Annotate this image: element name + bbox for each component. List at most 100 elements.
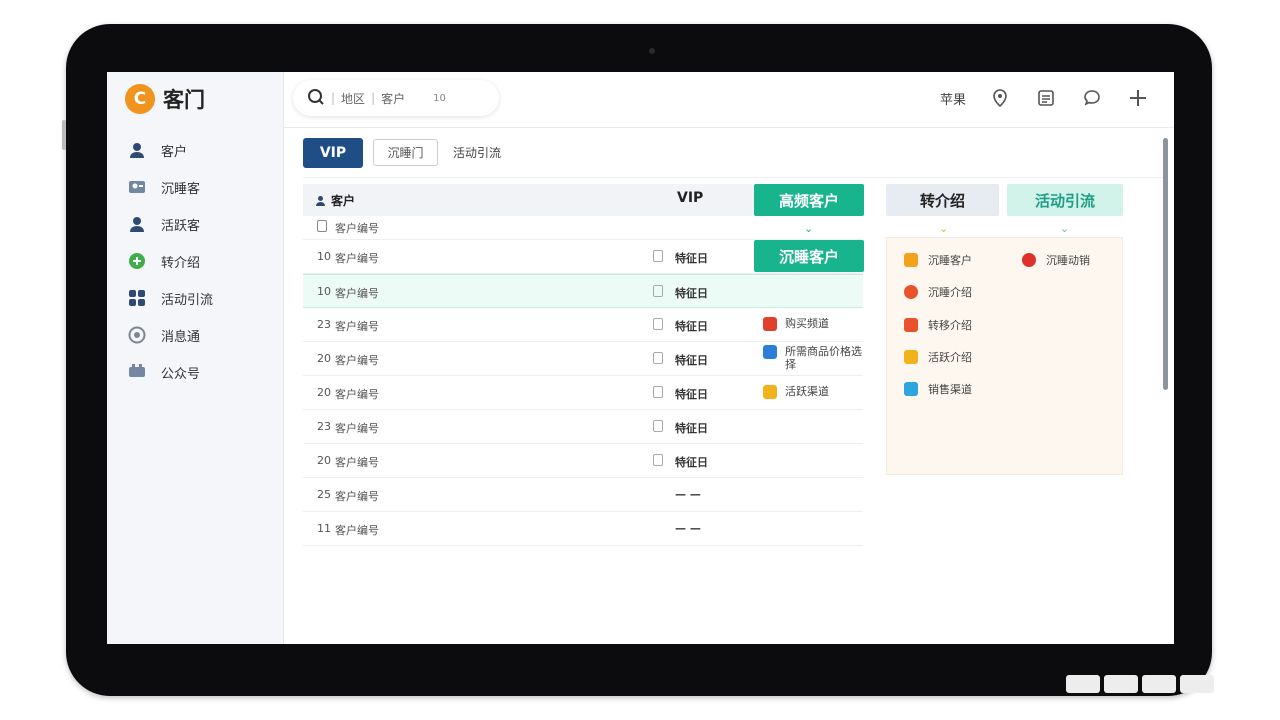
column-header-customer[interactable]: 客户 <box>315 192 355 209</box>
apple-icon <box>1022 253 1036 267</box>
segment-high-frequency-button[interactable]: 高频客户 <box>754 184 864 216</box>
sidebar-item-customers[interactable]: 客户 <box>127 140 187 160</box>
cell-customer-name: 客户编号 <box>335 354 379 367</box>
cell-date: 特征日 <box>675 456 708 469</box>
tab-sleeping[interactable]: 沉睡门 <box>373 139 438 166</box>
list-item-active-channel[interactable]: 活跃渠道 <box>763 385 863 399</box>
column-header-vip[interactable]: VIP <box>677 190 703 206</box>
grid-icon <box>127 288 147 308</box>
cell-customer-name: 客户编号 <box>335 287 379 300</box>
search-field-customer[interactable]: 客户 <box>381 90 405 107</box>
panel-item-sales-channel[interactable]: 销售渠道 <box>904 381 972 397</box>
list-item-purchase-channel[interactable]: 购买频道 <box>763 317 863 331</box>
cell-date: 特征日 <box>675 422 708 435</box>
panel-item-sleeping-sales[interactable]: 沉睡动销 <box>1022 252 1090 268</box>
tab-vip[interactable]: VIP <box>303 138 363 168</box>
topbar-divider <box>284 127 1174 128</box>
vertical-scrollbar[interactable] <box>1163 138 1168 390</box>
sidebar-item-label: 消息通 <box>161 329 201 345</box>
panel-item-label: 销售渠道 <box>928 383 972 396</box>
cell-date: 特征日 <box>675 388 708 401</box>
tablet-side-button <box>62 120 66 150</box>
chevron-down-icon: ⌄ <box>939 222 949 235</box>
tab-activity[interactable]: 活动引流 <box>453 139 501 166</box>
phone-icon <box>763 345 777 359</box>
topbar-label[interactable]: 苹果 <box>940 89 966 108</box>
logo-icon: C <box>125 84 155 114</box>
topbar-actions: 苹果 <box>940 86 1150 110</box>
panel-item-sleeping-customer[interactable]: 沉睡客户 <box>904 252 972 268</box>
flag-icon <box>904 350 918 364</box>
sidebar-item-active[interactable]: 活跃客 <box>127 214 200 234</box>
document-icon[interactable] <box>1034 86 1058 110</box>
document-icon <box>653 250 663 262</box>
segment-activity-button[interactable]: 活动引流 <box>1007 184 1123 216</box>
sidebar-item-label: 转介绍 <box>161 255 201 271</box>
table-row[interactable]: 20 客户编号 特征日 <box>303 444 863 478</box>
panel-item-label: 沉睡动销 <box>1046 254 1090 267</box>
cell-customer-name: 客户编号 <box>335 388 379 401</box>
search-bar[interactable]: | 地区 | 客户 10 <box>293 80 499 116</box>
cell-date: 特征日 <box>675 320 708 333</box>
cell-number: 23 <box>317 318 331 331</box>
logo-text: 客门 <box>163 88 205 112</box>
search-field-region[interactable]: 地区 <box>341 90 365 107</box>
sidebar-item-label: 活跃客 <box>161 218 201 234</box>
sidebar-item-messages[interactable]: 消息通 <box>127 325 200 345</box>
sidebar-item-referral[interactable]: 转介绍 <box>127 251 200 271</box>
cell-number: 20 <box>317 352 331 365</box>
panel-item-transfer-intro[interactable]: 转移介绍 <box>904 317 972 333</box>
panel-item-active-intro[interactable]: 活跃介绍 <box>904 349 972 365</box>
cell-customer-name: 客户编号 <box>335 524 379 537</box>
sidebar: C 客门 客户 沉睡客 活跃客 转介绍 活动引流 消息通 公众号 <box>107 72 284 644</box>
table-row[interactable]: 10 客户编号 特征日 <box>303 274 863 308</box>
panel-item-label: 活跃介绍 <box>928 351 972 364</box>
search-icon[interactable] <box>307 88 325 109</box>
panel-item-label: 转移介绍 <box>928 319 972 332</box>
table-row[interactable]: 11 客户编号 — — <box>303 512 863 546</box>
plus-icon[interactable] <box>1126 86 1150 110</box>
app-logo[interactable]: C 客门 <box>125 84 205 114</box>
segment-referral-button[interactable]: 转介绍 <box>886 184 999 216</box>
table-row-partial[interactable]: 客户编号 <box>303 216 863 240</box>
list-item-label: 活跃渠道 <box>785 385 829 398</box>
document-icon <box>653 352 663 364</box>
sidebar-item-activity[interactable]: 活动引流 <box>127 288 213 308</box>
list-item-label: 购买频道 <box>785 317 829 330</box>
document-icon <box>653 420 663 432</box>
table-row[interactable]: 23 客户编号 特征日 <box>303 410 863 444</box>
sidebar-item-official[interactable]: 公众号 <box>127 362 200 382</box>
cell-number: 20 <box>317 386 331 399</box>
cell-date: — — <box>675 522 701 535</box>
panel-item-sleeping-intro[interactable]: 沉睡介绍 <box>904 284 972 300</box>
lock-icon <box>317 220 327 232</box>
watermark <box>1050 662 1230 706</box>
list-item-price-choice[interactable]: 所需商品价格选择 <box>763 345 863 371</box>
cell-number: 11 <box>317 522 331 535</box>
cell-customer-name: 客户编号 <box>335 456 379 469</box>
circle-icon <box>904 285 918 299</box>
cell-customer-name: 客户编号 <box>335 422 379 435</box>
cell-number: 10 <box>317 285 331 298</box>
sidebar-item-label: 活动引流 <box>161 292 214 308</box>
message-icon[interactable] <box>1080 86 1104 110</box>
list-item-label: 所需商品价格选择 <box>785 345 862 371</box>
sidebar-item-label: 沉睡客 <box>161 181 201 197</box>
target-icon <box>127 325 147 345</box>
cell-number: 20 <box>317 454 331 467</box>
sidebar-item-sleeping[interactable]: 沉睡客 <box>127 177 200 197</box>
cell-date: — — <box>675 488 701 501</box>
app-screen: C 客门 客户 沉睡客 活跃客 转介绍 活动引流 消息通 公众号 | 地区 | … <box>107 72 1174 644</box>
table-row[interactable]: 25 客户编号 — — <box>303 478 863 512</box>
shopping-bag-icon <box>763 317 777 331</box>
chat-icon <box>127 362 147 382</box>
location-icon[interactable] <box>988 86 1012 110</box>
sidebar-item-label: 公众号 <box>161 366 201 382</box>
document-icon <box>653 285 663 297</box>
arrow-icon <box>904 318 918 332</box>
gift-icon <box>763 385 777 399</box>
cell-customer-name: 客户编号 <box>335 222 379 235</box>
panel-item-label: 沉睡介绍 <box>928 286 972 299</box>
document-icon <box>653 454 663 466</box>
segment-sleeping-button[interactable]: 沉睡客户 <box>754 240 864 272</box>
